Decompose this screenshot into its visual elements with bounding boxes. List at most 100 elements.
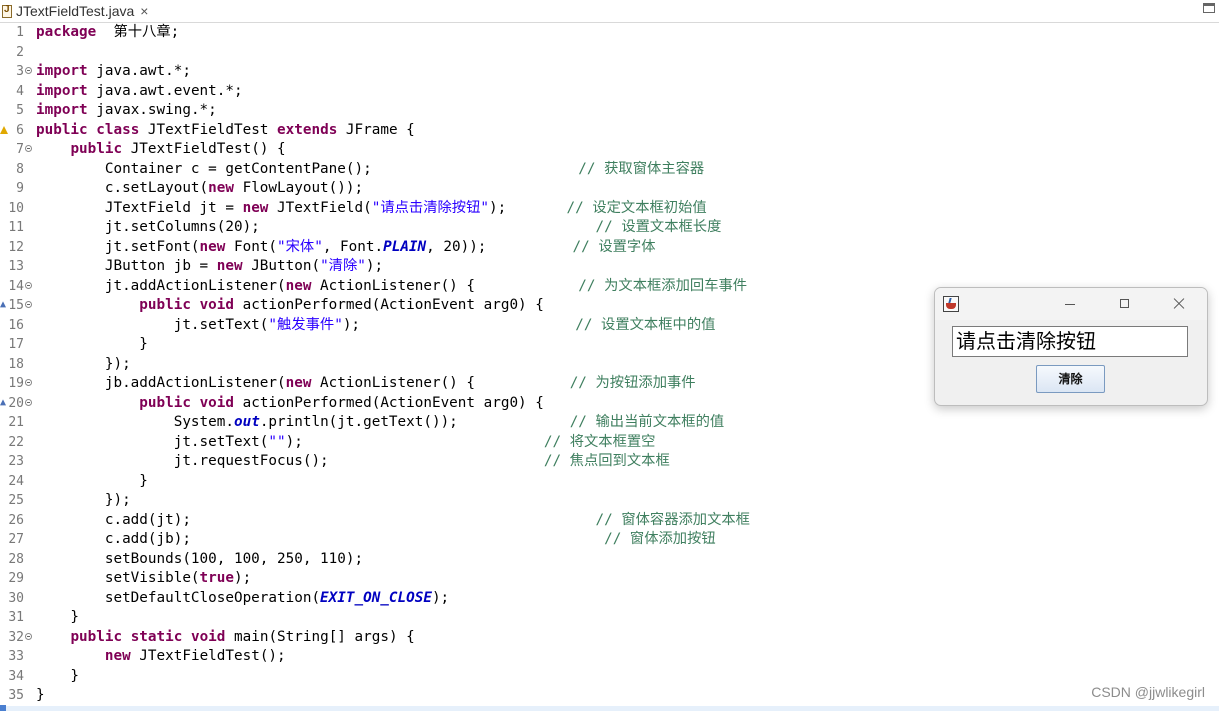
swing-text-field[interactable]: 请点击清除按钮: [952, 326, 1188, 357]
code-text: new JTextFieldTest();: [36, 647, 286, 667]
code-line[interactable]: 31 }: [0, 608, 1219, 628]
code-line[interactable]: 3 import java.awt.*;: [0, 62, 1219, 82]
code-token: new: [285, 277, 312, 294]
line-number: 21: [8, 415, 24, 430]
code-line[interactable]: 1 package 第十八章;: [0, 23, 1219, 43]
code-line[interactable]: 9 c.setLayout(new FlowLayout());: [0, 179, 1219, 199]
code-token: //: [578, 160, 605, 177]
code-text: public void actionPerformed(ActionEvent …: [36, 296, 544, 316]
fold-toggle-icon[interactable]: [25, 632, 32, 640]
code-token: 窗体添加按钮: [629, 531, 716, 547]
code-token: JFrame {: [337, 121, 415, 138]
line-number: 11: [8, 220, 24, 235]
code-text: public class JTextFieldTest extends JFra…: [36, 121, 415, 141]
code-line[interactable]: 26 c.add(jt); // 窗体容器添加文本框: [0, 511, 1219, 531]
code-line[interactable]: 7 public JTextFieldTest() {: [0, 140, 1219, 160]
close-window-icon[interactable]: [1164, 294, 1194, 314]
line-number: 4: [16, 83, 24, 99]
code-token: void: [199, 297, 234, 313]
code-token: jt.setFont(: [36, 238, 200, 255]
minimize-window-icon[interactable]: [1055, 294, 1085, 314]
line-number: 15: [8, 298, 24, 313]
line-number: 23: [8, 454, 24, 469]
swing-title-bar[interactable]: [935, 288, 1207, 320]
code-text: jt.setText("触发事件"); // 设置文本框中的值: [36, 316, 716, 336]
code-token: void: [190, 628, 226, 645]
code-token: java.awt.*;: [87, 63, 191, 79]
code-token: JTextFieldTest: [139, 121, 278, 138]
fold-toggle-icon[interactable]: [25, 379, 32, 386]
line-number: 1: [16, 25, 24, 40]
code-token: public: [36, 121, 88, 138]
clear-button[interactable]: 清除: [1036, 365, 1105, 393]
code-token: 请点击清除按钮: [380, 199, 481, 216]
code-token: 焦点回到文本框: [569, 453, 670, 469]
code-text: public JTextFieldTest() {: [36, 140, 285, 160]
code-token: );: [365, 258, 384, 274]
code-line[interactable]: 6 public class JTextFieldTest extends JFr…: [0, 121, 1219, 141]
code-line[interactable]: 35}: [0, 686, 1219, 706]
code-line[interactable]: 33 new JTextFieldTest();: [0, 647, 1219, 667]
fold-toggle-icon[interactable]: [25, 398, 32, 406]
code-token: c.setLayout(: [36, 180, 209, 196]
code-text: });: [36, 491, 131, 511]
code-text: import javax.swing.*;: [36, 101, 217, 121]
fold-toggle-icon[interactable]: [25, 145, 32, 152]
maximize-editor-icon[interactable]: [1203, 3, 1215, 13]
code-line[interactable]: 32 public static void main(String[] args…: [0, 628, 1219, 648]
code-token: import: [36, 82, 88, 99]
code-token: 为文本框添加回车事件: [604, 277, 748, 294]
code-text: public void actionPerformed(ActionEvent …: [36, 394, 544, 414]
code-line[interactable]: 4 import java.awt.event.*;: [0, 82, 1219, 102]
line-number: 10: [8, 200, 24, 216]
code-line[interactable]: 34 }: [0, 667, 1219, 687]
code-line[interactable]: 29 setVisible(true);: [0, 569, 1219, 589]
code-line[interactable]: 22 jt.setText(""); // 将文本框置空: [0, 433, 1219, 453]
code-line[interactable]: 8 Container c = getContentPane(); // 获取窗…: [0, 160, 1219, 180]
code-line[interactable]: 5 import javax.swing.*;: [0, 101, 1219, 121]
code-line[interactable]: 10 JTextField jt = new JTextField("请点击清除…: [0, 199, 1219, 219]
code-line[interactable]: 28 setBounds(100, 100, 250, 110);: [0, 550, 1219, 570]
code-token: 宋体: [285, 238, 315, 255]
code-token: );: [342, 316, 576, 333]
code-line[interactable]: 23 jt.requestFocus(); // 焦点回到文本框: [0, 452, 1219, 472]
code-text: c.setLayout(new FlowLayout());: [36, 179, 363, 199]
code-token: public: [139, 297, 191, 313]
code-token: 为按钮添加事件: [595, 375, 696, 391]
code-line[interactable]: 24 }: [0, 472, 1219, 492]
code-token: );: [489, 199, 567, 216]
code-line[interactable]: 11 jt.setColumns(20); // 设置文本框长度: [0, 218, 1219, 238]
code-token: 清除: [328, 258, 358, 274]
fold-toggle-icon[interactable]: [25, 67, 32, 74]
code-line[interactable]: 13 JButton jb = new JButton("清除");: [0, 257, 1219, 277]
line-number: 24: [8, 473, 24, 489]
tab-close-icon[interactable]: ×: [140, 3, 148, 19]
code-line[interactable]: 12 jt.setFont(new Font("宋体", Font.PLAIN,…: [0, 238, 1219, 258]
fold-toggle-icon[interactable]: [25, 301, 32, 308]
line-number: 8: [16, 161, 24, 177]
code-text: setBounds(100, 100, 250, 110);: [36, 550, 363, 570]
fold-toggle-icon[interactable]: [25, 281, 32, 289]
line-number: 27: [8, 532, 24, 547]
code-line[interactable]: 2: [0, 43, 1219, 63]
code-line[interactable]: 30 setDefaultCloseOperation(EXIT_ON_CLOS…: [0, 589, 1219, 609]
code-text: jt.setText(""); // 将文本框置空: [36, 433, 656, 453]
code-token: class: [96, 121, 140, 138]
code-token: }: [36, 609, 80, 625]
code-line[interactable]: 21 System.out.println(jt.getText()); // …: [0, 413, 1219, 433]
code-text: package 第十八章;: [36, 23, 179, 43]
code-line[interactable]: 25 });: [0, 491, 1219, 511]
maximize-window-icon[interactable]: [1110, 294, 1140, 314]
code-token: JButton(: [242, 258, 321, 274]
editor-tab-jtextfieldtest[interactable]: JTextFieldTest.java ×: [0, 0, 166, 22]
code-token: javax.swing.*;: [87, 102, 217, 118]
code-line[interactable]: 27 c.add(jb); // 窗体添加按钮: [0, 530, 1219, 550]
code-token: setVisible(: [36, 570, 200, 586]
line-number: 12: [8, 239, 24, 255]
code-token: import: [36, 63, 88, 79]
